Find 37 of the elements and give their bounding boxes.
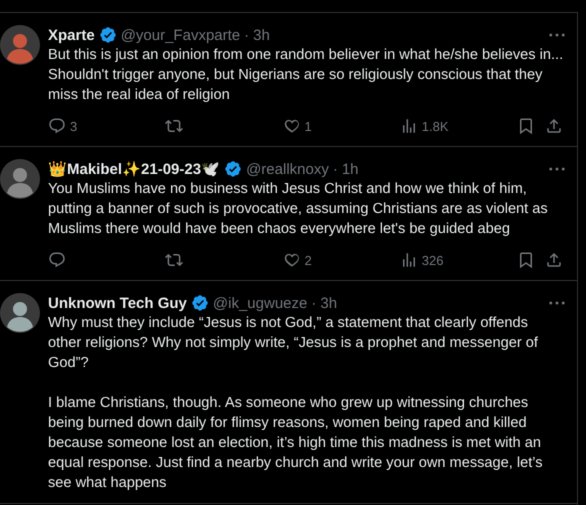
author-name[interactable]: Xparte <box>48 26 95 44</box>
author-name[interactable]: 👑Makibel✨21-09-23🕊 <box>48 160 220 178</box>
separator-dot: · <box>311 294 316 312</box>
avatar-icon[interactable] <box>0 159 40 199</box>
separator-dot: · <box>332 160 338 178</box>
repost-icon[interactable] <box>165 251 184 269</box>
user-handle[interactable]: @your_Favxparte <box>120 26 240 44</box>
post-text: But this is just an opinion from one random believer in what he/she believes in... Shouldn't trigger anyone, but Nigerians are so religiously conscious that they miss the real idea of religion <box>48 46 564 105</box>
user-handle[interactable]: @ik_ugwueze <box>212 294 308 312</box>
bookmark-icon[interactable] <box>517 251 535 269</box>
separator-dot: · <box>244 26 250 44</box>
reply-icon[interactable] <box>48 251 66 269</box>
post-text: Why must they include “Jesus is not God,” a statement that clearly offends other religions? Why not simply write, “Jesus is a prophet and messenger of God”? <box>48 314 539 373</box>
heart-icon[interactable] <box>282 251 300 269</box>
share-icon[interactable] <box>545 251 563 269</box>
post-time[interactable]: 3h <box>320 294 338 312</box>
more-icon[interactable] <box>549 301 565 305</box>
more-icon[interactable] <box>549 167 565 171</box>
repost-icon[interactable] <box>165 117 184 135</box>
author-name[interactable]: Unknown Tech Guy <box>48 294 187 312</box>
more-icon[interactable] <box>549 33 565 37</box>
user-handle[interactable]: @reallknoxy <box>246 160 329 178</box>
reply-icon[interactable] <box>48 117 66 135</box>
avatar-icon[interactable] <box>0 25 40 65</box>
share-icon[interactable] <box>545 117 563 135</box>
post-text: I blame Christians, though. As someone who grew up witnessing churches being burned down daily for flimsy reasons, women being raped and killed because someone lost an election, it’s high time this madness is met with an equal response. Just find a nearby church and write your own message, let’s see what happens <box>48 394 544 493</box>
bookmark-icon[interactable] <box>517 117 535 135</box>
like-count: 1 <box>304 118 312 134</box>
views-count: 1.8K <box>422 118 448 134</box>
post-time[interactable]: 1h <box>342 160 359 178</box>
reply-count: 3 <box>70 118 78 134</box>
avatar-icon[interactable] <box>0 293 40 333</box>
views-count: 326 <box>422 252 444 268</box>
heart-icon[interactable] <box>282 117 300 135</box>
like-count: 2 <box>304 252 312 268</box>
post-time[interactable]: 3h <box>253 26 270 44</box>
post-text: You Muslims have no business with Jesus Christ and how we think of him, putting a banner of such is provocative, assuming Christians are as violent as Muslims there would have been chaos everywhere let's be guided abeg <box>48 180 549 239</box>
